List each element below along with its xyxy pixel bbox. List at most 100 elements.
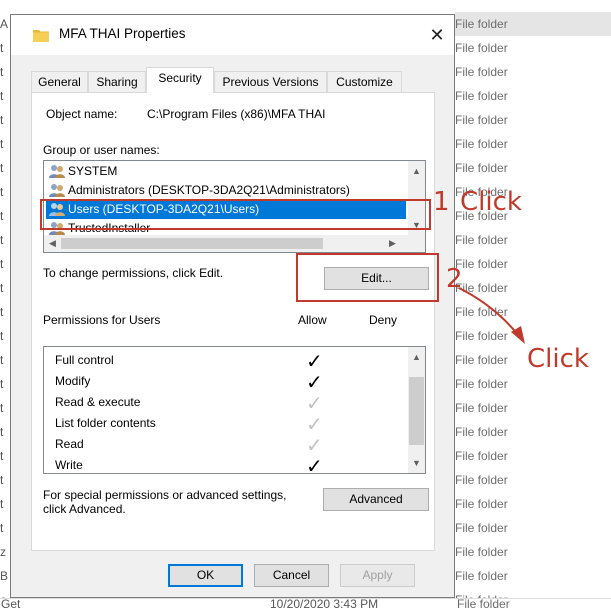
- explorer-name-cell[interactable]: t: [0, 132, 10, 156]
- object-name-label: Object name:: [46, 107, 118, 121]
- explorer-type-cell[interactable]: File folder: [455, 396, 611, 420]
- apply-button[interactable]: Apply: [340, 564, 415, 587]
- explorer-bottom-row[interactable]: Get 10/20/2020 3:43 PM File folder: [0, 597, 611, 613]
- explorer-name-cell[interactable]: t: [0, 108, 10, 132]
- permission-name: Read: [55, 437, 84, 451]
- explorer-type-cell[interactable]: File folder: [455, 468, 611, 492]
- dialog-titlebar[interactable]: MFA THAI Properties ✕: [11, 15, 454, 55]
- explorer-name-cell[interactable]: A: [0, 12, 10, 36]
- explorer-type-cell[interactable]: File folder: [455, 252, 611, 276]
- allow-column-header: Allow: [298, 313, 327, 327]
- step2-highlight-box: [296, 253, 439, 302]
- permissions-for-label: Permissions for Users: [43, 313, 161, 327]
- permission-name: Modify: [55, 374, 91, 388]
- explorer-type-cell[interactable]: File folder: [455, 12, 611, 36]
- permissions-scrollbar[interactable]: ▲ ▼: [408, 347, 425, 473]
- change-permissions-text: To change permissions, click Edit.: [43, 266, 224, 280]
- group-list-horizontal-scrollbar[interactable]: ◀ ▶: [44, 235, 408, 252]
- special-permissions-text-1: For special permissions or advanced sett…: [43, 488, 287, 502]
- explorer-type-cell[interactable]: File folder: [455, 36, 611, 60]
- bottom-left-text: Get: [1, 597, 21, 611]
- explorer-name-cell[interactable]: z: [0, 540, 10, 564]
- explorer-name-cell[interactable]: t: [0, 180, 10, 204]
- explorer-name-cell[interactable]: t: [0, 276, 10, 300]
- tab-security[interactable]: Security: [146, 67, 214, 93]
- explorer-name-cell[interactable]: t: [0, 84, 10, 108]
- dialog-title: MFA THAI Properties: [59, 26, 186, 41]
- security-panel: Object name: C:\Program Files (x86)\MFA …: [31, 92, 435, 551]
- user-group-icon: [49, 165, 65, 178]
- explorer-type-cell[interactable]: File folder: [455, 372, 611, 396]
- explorer-name-cell[interactable]: t: [0, 204, 10, 228]
- explorer-name-cell[interactable]: t: [0, 396, 10, 420]
- explorer-name-cell[interactable]: t: [0, 492, 10, 516]
- check-icon: ✓: [306, 393, 323, 415]
- explorer-name-cell[interactable]: t: [0, 348, 10, 372]
- list-item-administrators[interactable]: Administrators (DESKTOP-3DA2Q21\Administ…: [46, 181, 406, 200]
- explorer-name-cell[interactable]: t: [0, 516, 10, 540]
- check-icon: ✓: [306, 414, 323, 436]
- step1-number: 1: [433, 187, 450, 217]
- explorer-name-cell[interactable]: t: [0, 372, 10, 396]
- tab-customize[interactable]: Customize: [327, 71, 402, 92]
- arrow-icon: [458, 287, 525, 344]
- step1-highlight-box: [40, 199, 431, 230]
- chevron-left-icon[interactable]: ◀: [44, 235, 61, 252]
- explorer-name-cell[interactable]: t: [0, 36, 10, 60]
- cancel-button[interactable]: Cancel: [254, 564, 329, 587]
- chevron-down-icon[interactable]: ▼: [408, 455, 425, 472]
- explorer-name-cell[interactable]: t: [0, 228, 10, 252]
- check-icon: ✓: [306, 456, 323, 474]
- special-permissions-text-2: click Advanced.: [43, 502, 126, 516]
- scrollbar-corner: [408, 235, 425, 252]
- chevron-up-icon[interactable]: ▲: [408, 349, 425, 366]
- explorer-type-cell[interactable]: File folder: [455, 420, 611, 444]
- explorer-type-cell[interactable]: File folder: [455, 156, 611, 180]
- explorer-type-cell[interactable]: File folder: [455, 60, 611, 84]
- scrollbar-thumb[interactable]: [409, 377, 424, 445]
- explorer-name-cell[interactable]: t: [0, 300, 10, 324]
- advanced-button[interactable]: Advanced: [323, 488, 429, 511]
- explorer-name-cell[interactable]: B: [0, 564, 10, 588]
- permission-name: List folder contents: [55, 416, 156, 430]
- permissions-list[interactable]: Full control ✓ Modify ✓ Read & execute ✓ List …: [43, 346, 426, 474]
- explorer-type-cell[interactable]: File folder: [455, 564, 611, 588]
- list-item-system[interactable]: SYSTEM: [46, 162, 406, 181]
- explorer-type-cell[interactable]: File folder: [455, 228, 611, 252]
- list-item-label: SYSTEM: [68, 164, 118, 178]
- explorer-name-cell[interactable]: t: [0, 156, 10, 180]
- list-item-label: Administrators (DESKTOP-3DA2Q21\Administ…: [68, 183, 350, 197]
- explorer-type-cell[interactable]: File folder: [455, 492, 611, 516]
- explorer-name-cell[interactable]: t: [0, 324, 10, 348]
- tab-general[interactable]: General: [31, 71, 88, 92]
- tab-sharing[interactable]: Sharing: [88, 71, 146, 92]
- ok-button[interactable]: OK: [168, 564, 243, 587]
- scrollbar-thumb[interactable]: [61, 238, 323, 249]
- permission-name: Read & execute: [55, 395, 141, 409]
- explorer-type-cell[interactable]: File folder: [455, 516, 611, 540]
- group-names-label: Group or user names:: [43, 143, 160, 157]
- chevron-up-icon[interactable]: ▲: [408, 163, 425, 180]
- close-icon: ✕: [429, 25, 445, 45]
- properties-dialog: MFA THAI Properties ✕ General Sharing Se…: [10, 14, 455, 598]
- object-name-value: C:\Program Files (x86)\MFA THAI: [147, 107, 326, 121]
- check-icon: ✓: [306, 372, 323, 394]
- explorer-name-cell[interactable]: t: [0, 468, 10, 492]
- chevron-right-icon[interactable]: ▶: [384, 235, 401, 252]
- deny-column-header: Deny: [369, 313, 398, 327]
- bottom-type: File folder: [457, 597, 510, 611]
- explorer-name-cell[interactable]: t: [0, 60, 10, 84]
- explorer-type-cell[interactable]: File folder: [455, 84, 611, 108]
- step1-click-label: Click: [460, 187, 522, 217]
- explorer-type-cell[interactable]: File folder: [455, 540, 611, 564]
- tab-previous-versions[interactable]: Previous Versions: [214, 71, 327, 92]
- close-button[interactable]: ✕: [422, 21, 452, 49]
- explorer-name-cell[interactable]: t: [0, 252, 10, 276]
- explorer-name-cell[interactable]: t: [0, 444, 10, 468]
- folder-icon: [33, 30, 49, 42]
- explorer-type-cell[interactable]: File folder: [455, 444, 611, 468]
- explorer-type-cell[interactable]: File folder: [455, 132, 611, 156]
- check-icon: ✓: [306, 351, 323, 373]
- explorer-name-cell[interactable]: t: [0, 420, 10, 444]
- explorer-type-cell[interactable]: File folder: [455, 108, 611, 132]
